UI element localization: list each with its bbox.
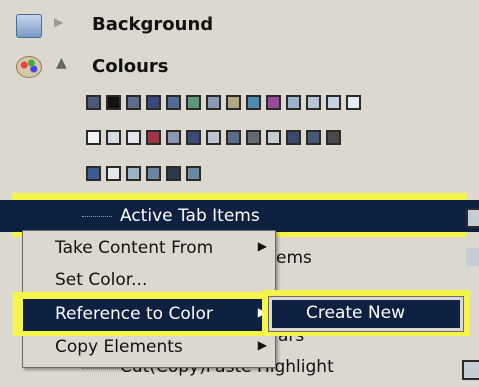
colour-swatch[interactable] [246,95,261,110]
colour-swatch[interactable] [86,166,101,181]
swatch-preview [462,360,479,380]
colour-swatch[interactable] [346,95,361,110]
colour-swatch[interactable] [86,95,101,110]
menu-item-copy-elements[interactable]: Copy Elements ▶ [23,332,275,364]
submenu: Create New [268,296,464,332]
colour-swatch[interactable] [286,95,301,110]
colour-swatch[interactable] [306,130,321,145]
context-menu: Take Content From ▶ Set Color... Referen… [13,230,276,368]
colour-swatch[interactable] [126,95,141,110]
row-swatch [466,248,479,266]
colour-swatch[interactable] [146,130,161,145]
colour-swatch[interactable] [186,95,201,110]
tree-connector [82,216,112,217]
colour-swatch[interactable] [166,166,181,181]
colour-swatch[interactable] [246,130,261,145]
colour-swatch[interactable] [226,95,241,110]
colour-swatch[interactable] [206,95,221,110]
tree-connector [82,368,122,369]
colour-swatch[interactable] [286,130,301,145]
active-tab-items-label: Active Tab Items [120,206,260,226]
menu-item-create-new[interactable]: Create New [272,300,460,328]
menu-item-take-content-from[interactable]: Take Content From ▶ [23,233,275,265]
tree-row-active-tab-items[interactable]: Active Tab Items [0,200,479,232]
partial-items-label: ems [276,248,312,268]
swatch-preview [466,208,479,228]
colour-swatch[interactable] [266,95,281,110]
colour-swatch[interactable] [106,95,121,110]
menu-item-reference-to-color[interactable]: Reference to Color ▶ [23,299,275,331]
colour-swatch[interactable] [106,130,121,145]
colour-swatch[interactable] [226,130,241,145]
colour-swatch[interactable] [166,95,181,110]
colour-swatch[interactable] [106,166,121,181]
colour-swatch[interactable] [146,166,161,181]
colour-swatch[interactable] [186,130,201,145]
colour-swatch[interactable] [86,130,101,145]
colour-swatch[interactable] [266,130,281,145]
colour-swatch[interactable] [126,166,141,181]
colour-swatch[interactable] [146,95,161,110]
colour-swatch[interactable] [186,166,201,181]
colour-swatch[interactable] [326,130,341,145]
submenu-arrow-icon: ▶ [257,338,267,352]
colour-swatch[interactable] [306,95,321,110]
colour-swatch[interactable] [166,130,181,145]
colour-swatch[interactable] [126,130,141,145]
colour-swatch[interactable] [326,95,341,110]
submenu-arrow-icon: ▶ [257,239,267,253]
colour-swatches [0,0,479,200]
colour-swatch[interactable] [206,130,221,145]
